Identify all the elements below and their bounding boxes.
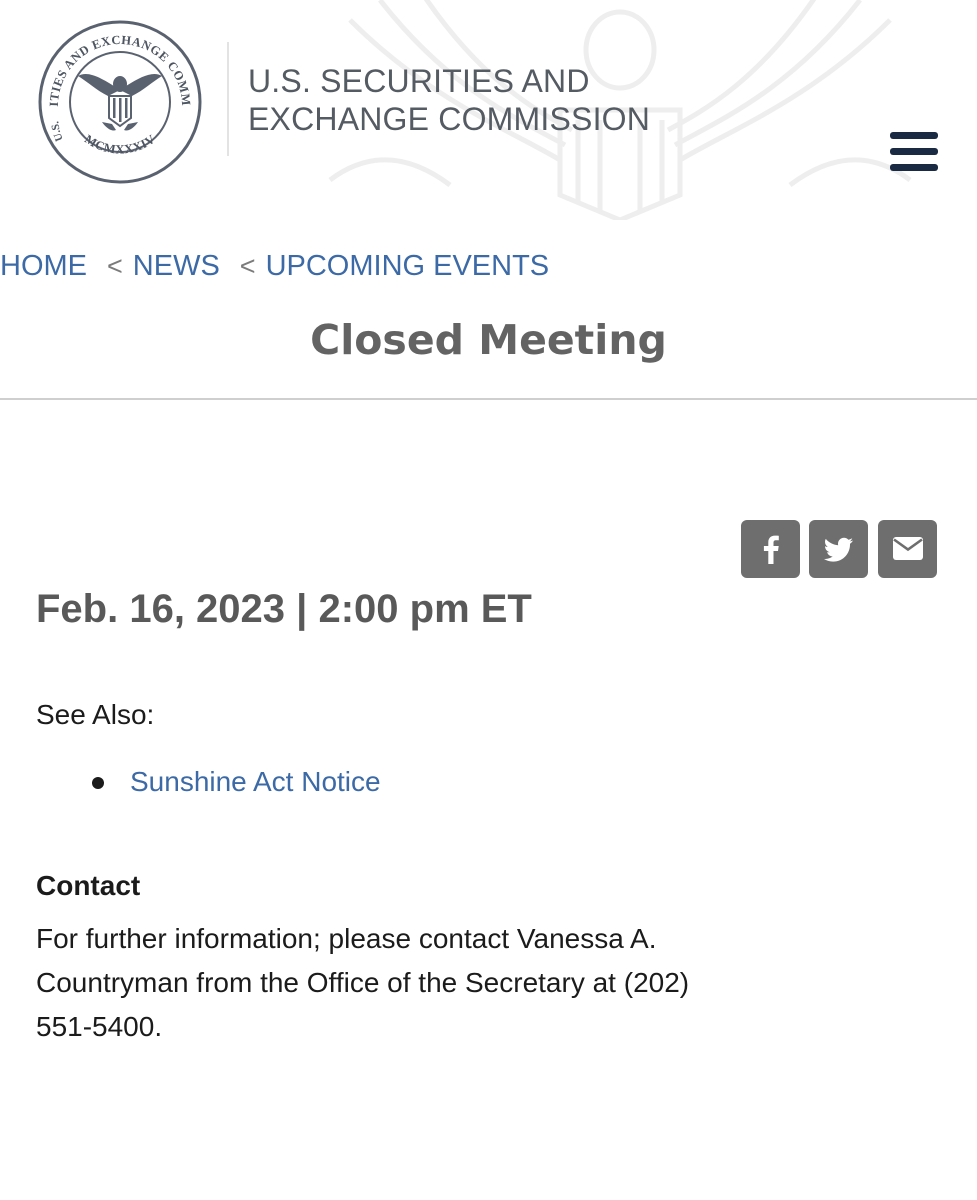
- page-title: Closed Meeting: [310, 316, 667, 364]
- hamburger-menu-icon[interactable]: [888, 130, 940, 174]
- contact-heading: Contact: [36, 870, 141, 901]
- title-divider: [0, 398, 977, 400]
- site-header: SECURITIES AND EXCHANGE COMMISSION MCMXX…: [0, 0, 977, 220]
- breadcrumb-news[interactable]: NEWS: [133, 250, 220, 282]
- breadcrumb-home[interactable]: HOME: [0, 250, 87, 282]
- breadcrumb-separator: <: [107, 251, 123, 281]
- contact-text: For further information; please contact …: [36, 923, 690, 1042]
- email-icon: [893, 537, 923, 560]
- breadcrumb-separator: <: [239, 251, 256, 281]
- facebook-icon: [763, 535, 779, 564]
- event-datetime: Feb. 16, 2023 | 2:00 pm ET: [36, 587, 532, 631]
- twitter-share-button[interactable]: [809, 520, 868, 578]
- facebook-share-button[interactable]: [741, 520, 800, 578]
- breadcrumb: HOME < NEWS < UPCOMING EVENTS: [0, 248, 549, 284]
- agency-name[interactable]: U.S. SECURITIES AND EXCHANGE COMMISSION: [248, 62, 668, 138]
- sec-seal-logo[interactable]: SECURITIES AND EXCHANGE COMMISSION MCMXX…: [36, 18, 204, 186]
- sunshine-act-notice-link[interactable]: Sunshine Act Notice: [130, 764, 381, 800]
- header-divider: [227, 42, 229, 156]
- see-also-label: See Also:: [36, 699, 155, 730]
- list-bullet: [92, 777, 104, 789]
- twitter-icon: [823, 537, 853, 562]
- email-share-button[interactable]: [878, 520, 937, 578]
- breadcrumb-upcoming-events[interactable]: UPCOMING EVENTS: [266, 250, 550, 282]
